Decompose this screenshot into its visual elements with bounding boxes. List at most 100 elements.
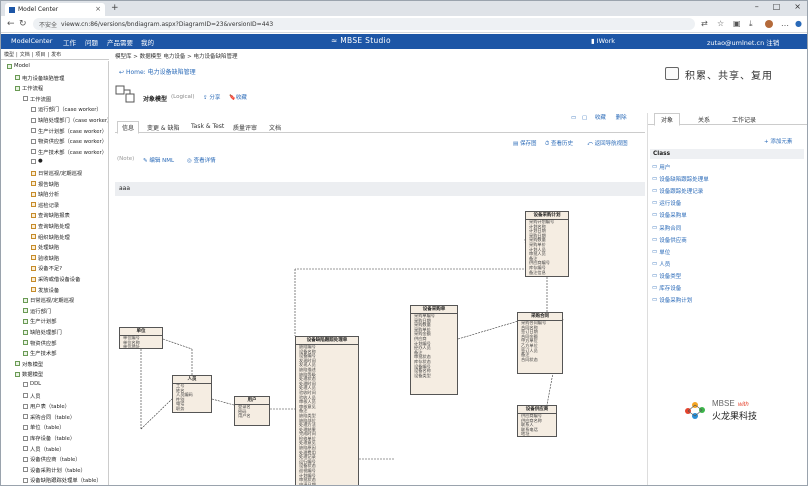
share-button[interactable]: ⇪ 分享 <box>203 93 220 101</box>
tree-item[interactable]: 日常巡视/定期巡视 <box>23 296 74 304</box>
edge-icon[interactable]: ● <box>795 19 802 28</box>
class-list-item[interactable]: ▭ 设备类型 <box>652 272 681 280</box>
class-list-item[interactable]: ▭ 运行设备 <box>652 199 681 207</box>
tree-item[interactable]: 工作流程 <box>15 84 43 92</box>
tree-item[interactable]: 日常巡视/定期巡视 <box>31 169 82 177</box>
tree-item[interactable]: 验收缺陷 <box>31 254 59 262</box>
left-tab-doc[interactable]: 文档 <box>20 51 30 58</box>
tree-item[interactable]: 缺陷处理部门（case worker） <box>31 116 108 124</box>
class-box[interactable]: 用户 登录名 密码 用户名 <box>234 396 270 426</box>
translate-icon[interactable]: ⇄ <box>701 19 708 28</box>
class-list-item[interactable]: ▭ 设备跟踪处理记录 <box>652 187 703 195</box>
tree-item[interactable]: 运行部门（case worker） <box>31 105 102 113</box>
tree-item[interactable]: 生产计划部（case worker） <box>31 127 107 135</box>
tree-item[interactable]: 设备不足? <box>31 264 62 272</box>
refresh-icon[interactable]: ↻ <box>19 19 27 29</box>
collections-icon[interactable]: ▣ <box>733 19 741 28</box>
collect-button[interactable]: 🔖收藏 <box>229 93 247 101</box>
history-button[interactable]: ⏱ 查看历史 <box>545 139 573 148</box>
tree-item[interactable]: 物资供应部（case worker） <box>31 137 107 145</box>
tree-item[interactable]: 工作流图 <box>23 95 51 103</box>
tab-task-test[interactable]: Task & Test <box>191 123 224 130</box>
left-tab-publish[interactable]: 发布 <box>51 51 61 58</box>
minimize-icon[interactable]: – <box>755 2 759 11</box>
tree-item[interactable]: 采购合同（table） <box>23 413 75 421</box>
class-list-item[interactable]: ▭ 设备缺陷跟踪处理单 <box>652 175 709 183</box>
tree-item[interactable]: 发放设备 <box>31 286 59 294</box>
class-list-item[interactable]: ▭ 设备采购计划 <box>652 296 692 304</box>
tab-quality-review[interactable]: 质量评审 <box>233 123 257 132</box>
class-list-item[interactable]: ▭ 采购合同 <box>652 224 681 232</box>
tree-item[interactable]: 查询缺陷处理 <box>31 222 70 230</box>
tree-item[interactable]: 巡检记录 <box>31 201 59 209</box>
class-list-item[interactable]: ▭ 用户 <box>652 163 670 171</box>
class-box[interactable]: 单位 单位编号 单位名称 单位地址 <box>119 327 163 349</box>
tab-change-defect[interactable]: 变更 & 缺陷 <box>147 123 180 132</box>
nav-mine[interactable]: 我的 <box>141 37 154 47</box>
rtab-relation[interactable]: 关系 <box>698 115 710 124</box>
class-box[interactable]: 设备采购计划 采购计划编号 计划名称 计划日期 采购日期 采购数量 采购单价 计划人员 审批人员… <box>525 211 569 277</box>
class-box[interactable]: 设备采购单 采购单编号 采购日期 采购数量 采购单价 采购金额 供应商 计划编号 经办人员 备注审… <box>410 305 458 395</box>
rtab-worklog[interactable]: 工作记录 <box>732 115 756 124</box>
tree-item[interactable]: 电力设备缺陷管理 <box>15 74 64 82</box>
tree-item[interactable]: 运行部门 <box>23 307 51 315</box>
class-box[interactable]: 设备缺陷跟踪处理单 缺陷编号 设备名称 设备编号 发现时间 发现人员 缺陷描述 缺陷等级 处理状… <box>295 336 359 485</box>
tree-item[interactable]: 设备采购计划（table） <box>23 466 86 474</box>
class-list-item[interactable]: ▭ 库存设备 <box>652 284 681 292</box>
tree-item[interactable]: 对象模型 <box>15 360 43 368</box>
tree-item[interactable]: 人员（table） <box>23 445 65 453</box>
tree-item[interactable]: 查询缺陷报表 <box>31 211 70 219</box>
tree-item[interactable]: 组织缺陷处理 <box>31 233 70 241</box>
tree-item[interactable]: DDL <box>23 381 41 387</box>
tree-item[interactable]: 数据模型 <box>15 370 43 378</box>
tree-item[interactable]: 缺陷处理部门 <box>23 328 62 336</box>
left-tab-model[interactable]: 模型 <box>4 51 14 58</box>
new-tab-icon[interactable]: + <box>111 3 119 13</box>
brand-title[interactable]: ≈ MBSE Studio <box>331 36 391 45</box>
tree-item[interactable]: 库存设备（table） <box>23 434 75 442</box>
home-link[interactable]: ↩ Home: 电力设备缺陷管理 <box>119 67 196 76</box>
tree-item[interactable]: 物资供应部 <box>23 339 57 347</box>
tree-item[interactable]: 生产计划部 <box>23 317 57 325</box>
class-list-item[interactable]: ▭ 设备采购单 <box>652 211 687 219</box>
tree-item[interactable]: 用户表（table） <box>23 402 70 410</box>
left-tab-project[interactable]: 项目 <box>35 51 45 58</box>
favorites-icon[interactable]: ☆ <box>717 19 724 28</box>
back-icon[interactable]: ← <box>7 19 15 29</box>
edit-nml-button[interactable]: ✎ 编辑 NML <box>143 156 174 164</box>
tree-item[interactable]: 人员 <box>23 392 41 400</box>
save-diagram-button[interactable]: ▤ 保存图 <box>513 139 536 147</box>
maximize-icon[interactable]: □ <box>773 2 781 11</box>
class-box[interactable]: 采购合同 采购合同编号 合同名称 签订日期 合同金额 甲方单位 乙方单位 签订人员 备注 合同状态 <box>517 312 563 374</box>
tree-item[interactable]: 单位（table） <box>23 423 65 431</box>
tree-item[interactable]: 处理缺陷 <box>31 243 59 251</box>
class-list-item[interactable]: ▭ 人员 <box>652 260 670 268</box>
view-detail-button[interactable]: ◎ 查看详情 <box>187 156 216 164</box>
tree-item[interactable]: 设备缺陷跟踪处理单（table） <box>23 476 102 484</box>
nav-product-need[interactable]: 产品需要 <box>107 37 133 47</box>
tree-item[interactable]: 生产技术部 <box>23 349 57 357</box>
nav-modelcenter[interactable]: ModelCenter <box>11 37 52 45</box>
close-window-icon[interactable]: × <box>794 2 801 11</box>
tree-item[interactable]: 生产技术部（case worker） <box>31 148 107 156</box>
class-list-item[interactable]: ▭ 单位 <box>652 248 670 256</box>
nav-issues[interactable]: 问题 <box>85 37 98 47</box>
class-box[interactable]: 设备供应商供应商编号供应商名称联系人联系电话地址备注 <box>517 405 557 437</box>
tree-item[interactable]: 设备供应商（table） <box>23 455 81 463</box>
close-tab-icon[interactable]: × <box>95 5 101 13</box>
tab-info[interactable]: 信息 <box>117 121 140 134</box>
url-field[interactable]: 不安全 vieww.cn:86/versions/bndiagram.aspx?… <box>33 18 695 30</box>
user-logout[interactable]: zutao@umlnet.cn 注销 <box>707 37 779 47</box>
rtab-object[interactable]: 对象 <box>654 113 681 126</box>
class-list-item[interactable]: ▭ 设备供应商 <box>652 236 687 244</box>
class-box[interactable]: 人员 工号 姓名 人员编码 性别 电话 职务 <box>172 375 212 413</box>
tree-item[interactable]: 缺陷分析 <box>31 190 59 198</box>
nav-work[interactable]: 工作 <box>63 37 76 47</box>
more-icon[interactable]: … <box>781 19 789 28</box>
download-icon[interactable]: ⤓ <box>749 19 753 29</box>
profile-avatar[interactable] <box>765 20 773 28</box>
tree-item[interactable]: ● <box>31 158 43 164</box>
tab-docs[interactable]: 文档 <box>269 123 281 132</box>
add-element-button[interactable]: + 添加元素 <box>764 137 792 145</box>
browser-tab[interactable]: Model Center × <box>5 3 105 16</box>
